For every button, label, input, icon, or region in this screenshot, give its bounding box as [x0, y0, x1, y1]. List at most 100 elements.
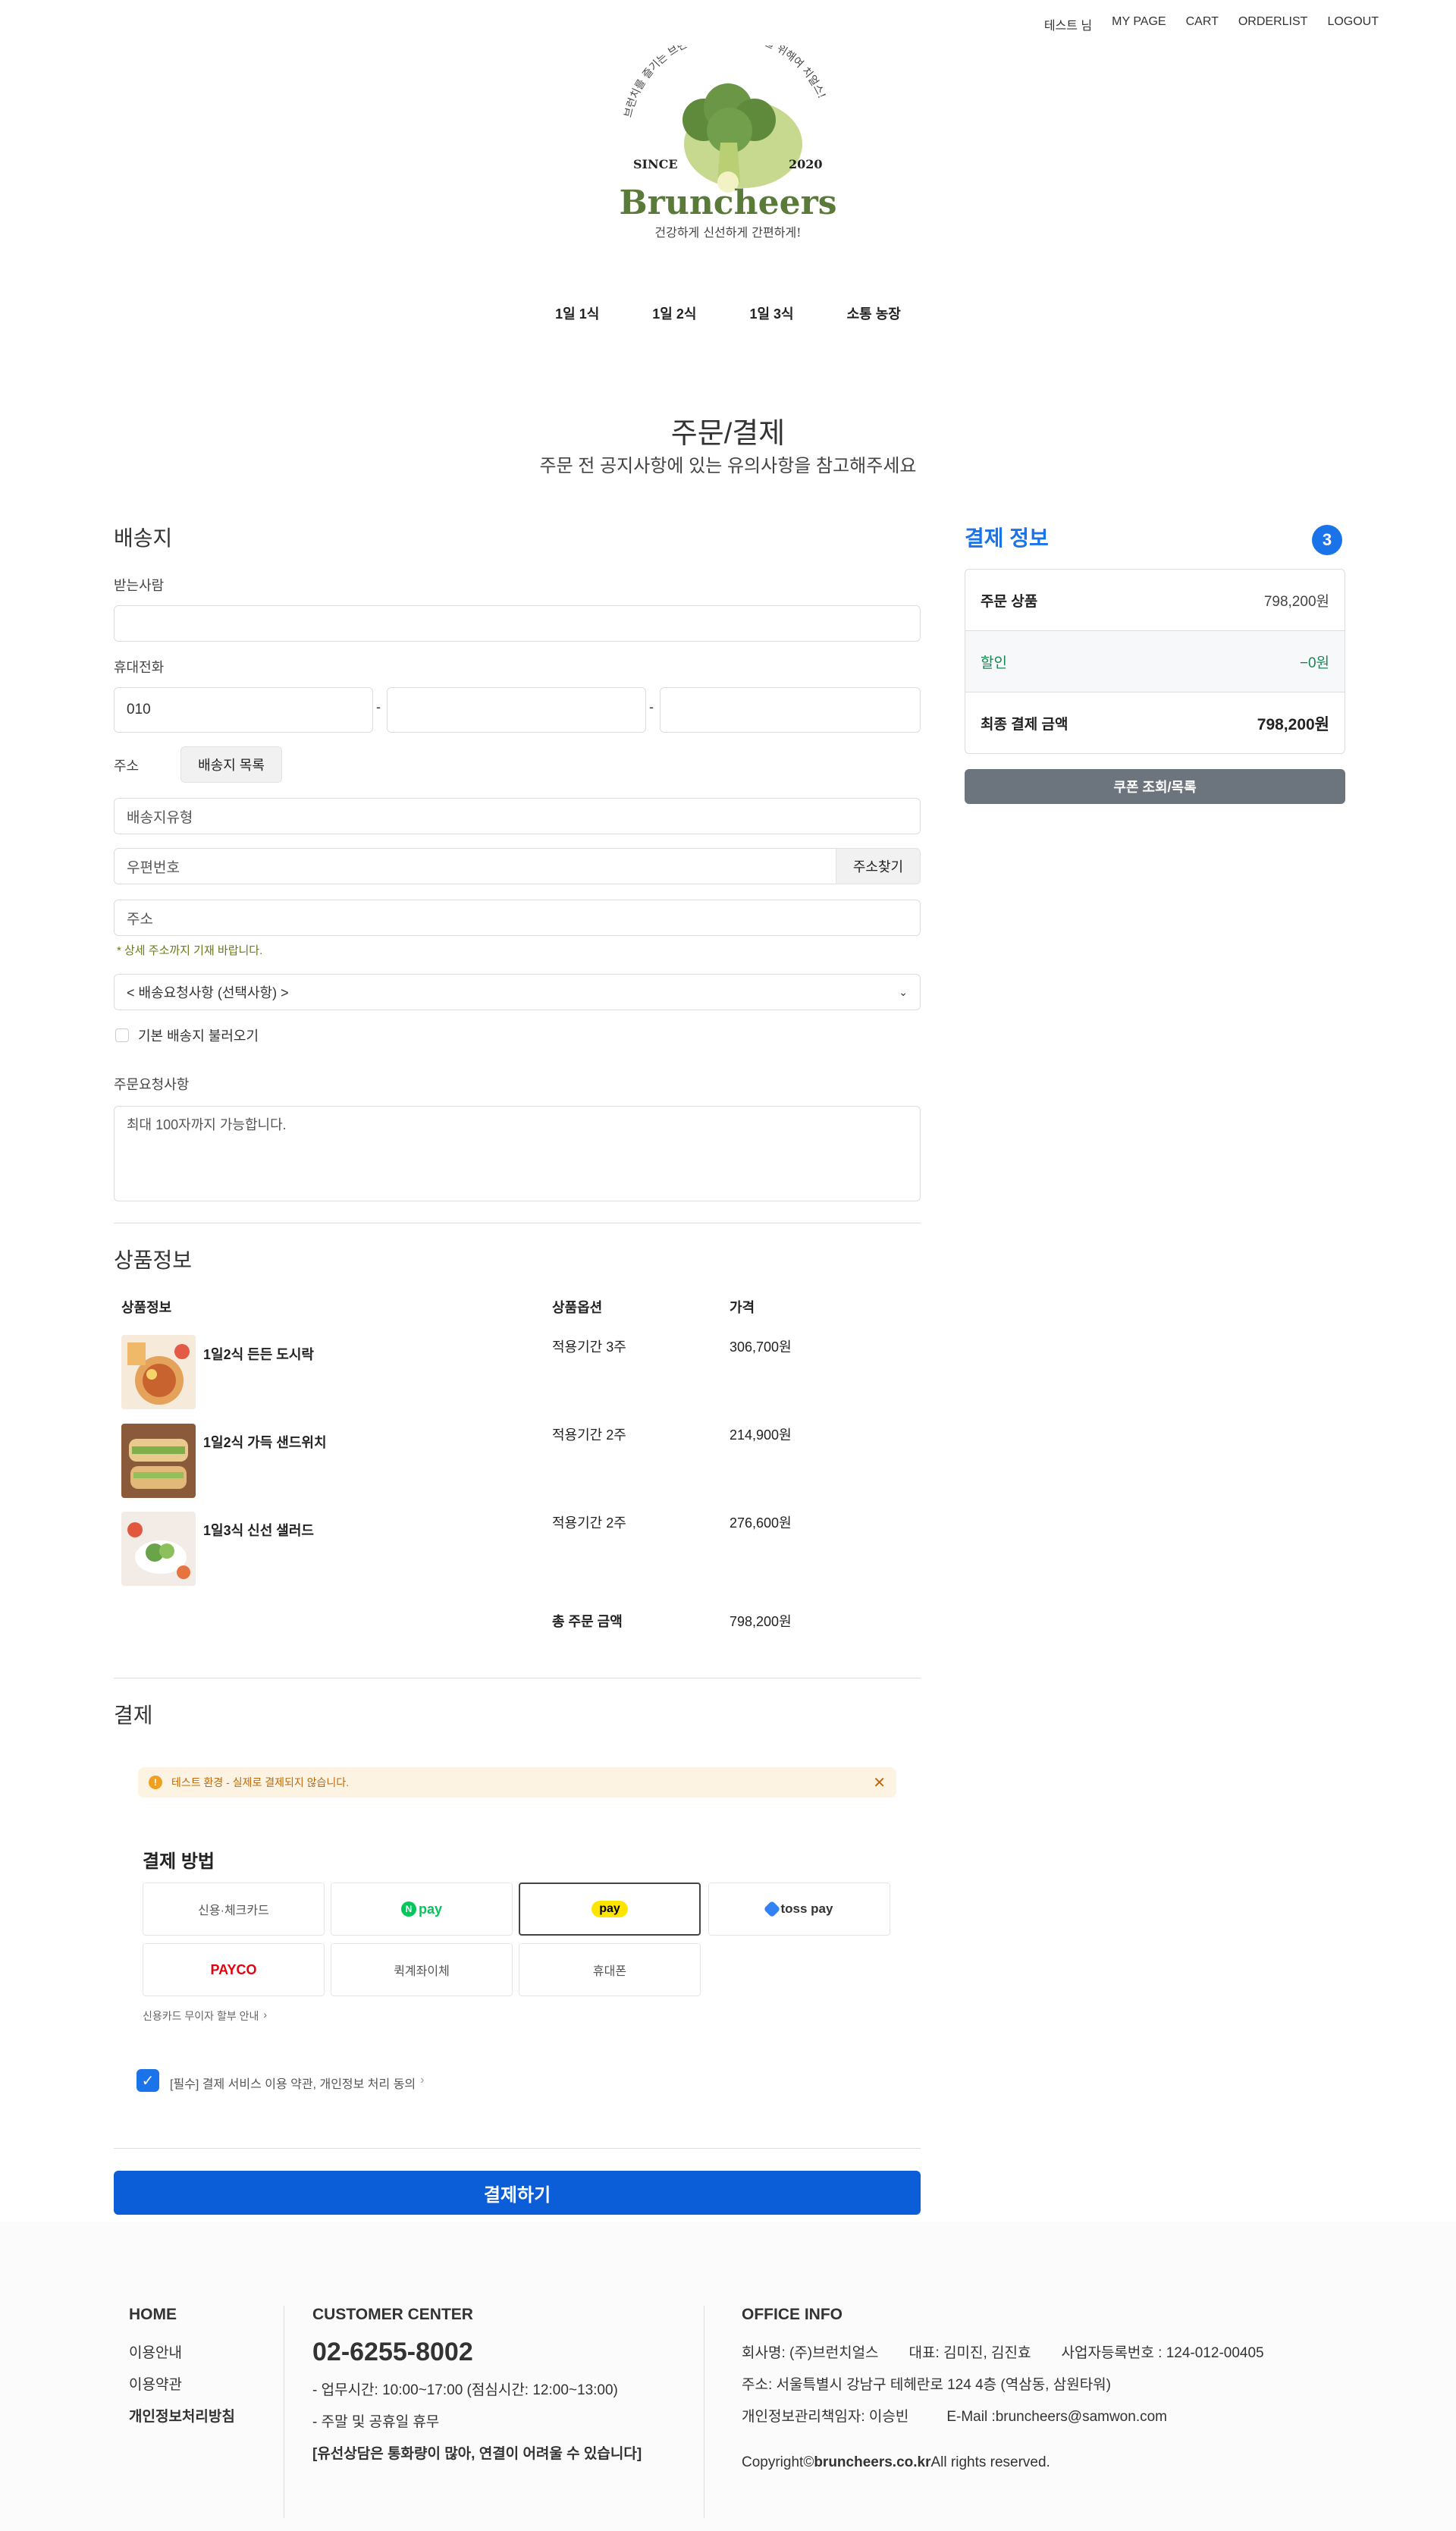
coupon-button[interactable]: 쿠폰 조회/목록	[965, 769, 1345, 804]
phone-prefix-input[interactable]: 010	[114, 687, 373, 733]
nav-3meal[interactable]: 1일 3식	[749, 303, 793, 323]
test-notice-text: 테스트 환경 - 실제로 결제되지 않습니다.	[171, 1776, 350, 1788]
top-nav: 테스트 님 MY PAGE CART ORDERLIST LOGOUT	[1044, 15, 1379, 33]
col-header-info: 상품정보	[121, 1300, 172, 1315]
address-input[interactable]: 주소	[114, 900, 921, 936]
submit-payment-button[interactable]: 결제하기	[114, 2171, 921, 2215]
shipping-title: 배송지	[114, 526, 173, 550]
phone-last-input[interactable]	[660, 687, 921, 733]
naverpay-label: pay	[418, 1901, 443, 1917]
tosspay-label: toss pay	[780, 1901, 833, 1916]
footer-cs-hours: - 업무시간: 10:00~17:00 (점심시간: 12:00~13:00)	[312, 2382, 618, 2398]
top-nav-cart[interactable]: CART	[1186, 15, 1219, 33]
order-request-textarea[interactable]: 최대 100자까지 가능합니다.	[114, 1106, 921, 1201]
product-thumbnail	[121, 1335, 196, 1409]
chevron-right-icon: ›	[263, 2008, 268, 2021]
pay-transfer-option[interactable]: 퀵계좌이체	[331, 1943, 513, 1996]
summary-label: 할인	[981, 655, 1007, 671]
address-type-input[interactable]: 배송지유형	[114, 798, 921, 834]
default-address-label: 기본 배송지 불러오기	[138, 1028, 259, 1044]
summary-value: 798,200원	[1263, 593, 1329, 610]
product-name: 1일3식 신선 샐러드	[203, 1523, 314, 1538]
footer-link-guide[interactable]: 이용안내	[129, 2338, 235, 2369]
footer-home: HOME 이용안내 이용약관 개인정보처리방침	[129, 2306, 235, 2433]
address-detail-hint: * 상세 주소까지 기재 바랍니다.	[117, 944, 263, 957]
phone-separator: -	[649, 699, 654, 714]
brand-logo[interactable]: 브런치를 즐기는 브런치어, 당신의 건강을 위해여 치얼스! SINCE 20…	[599, 29, 857, 250]
pay-card-label: 신용·체크카드	[198, 1905, 269, 1917]
pay-card-option[interactable]: 신용·체크카드	[143, 1883, 325, 1936]
summary-row: 최종 결제 금액 798,200원	[965, 692, 1345, 753]
payment-method-title: 결제 방법	[143, 1851, 215, 1872]
chevron-down-icon: ⌄	[899, 985, 908, 998]
footer-copyright: Copyright©bruncheers.co.krAll rights res…	[742, 2447, 1264, 2479]
footer-link-terms[interactable]: 이용약관	[129, 2369, 235, 2401]
item-count-badge: 3	[1312, 525, 1342, 555]
footer-cs-title: CUSTOMER CENTER	[312, 2306, 473, 2323]
checkmark-icon: ✓	[141, 2072, 155, 2090]
top-nav-orderlist[interactable]: ORDERLIST	[1238, 15, 1308, 33]
logo-tagline: 건강하게 신선하게 간편하게!	[654, 225, 801, 240]
logo-year: 2020	[789, 157, 823, 171]
col-header-price: 가격	[730, 1300, 755, 1315]
page-subtitle: 주문 전 공지사항에 있는 유의사항을 참고해주세요	[539, 456, 917, 476]
delivery-request-value: < 배송요청사항 (선택사항) >	[127, 985, 289, 1000]
top-nav-logout[interactable]: LOGOUT	[1327, 15, 1379, 33]
product-option: 적용기간 3주	[552, 1339, 626, 1355]
copyright-domain[interactable]: bruncheers.co.kr	[814, 2454, 930, 2470]
nav-1meal[interactable]: 1일 1식	[555, 303, 599, 323]
find-address-button[interactable]: 주소찾기	[836, 848, 921, 884]
pay-tosspay-option[interactable]: toss pay	[708, 1883, 890, 1936]
footer-link-privacy[interactable]: 개인정보처리방침	[129, 2401, 235, 2433]
footer-ceo: 대표: 김미진, 김진효	[908, 2345, 1031, 2361]
footer-office-title: OFFICE INFO	[742, 2306, 843, 2323]
installment-link-text: 신용카드 무이자 할부 안내	[143, 2010, 259, 2022]
top-nav-user[interactable]: 테스트 님	[1044, 15, 1092, 33]
pay-payco-option[interactable]: PAYCO	[143, 1943, 325, 1996]
divider	[114, 2148, 921, 2149]
default-address-checkbox[interactable]	[115, 1028, 129, 1042]
phone-middle-input[interactable]	[387, 687, 646, 733]
order-request-label: 주문요청사항	[114, 1077, 190, 1092]
footer-company: 회사명: (주)브런치얼스	[742, 2345, 879, 2361]
top-nav-mypage[interactable]: MY PAGE	[1112, 15, 1166, 33]
kakaopay-logo-icon: pay	[592, 1901, 628, 1917]
nav-farm[interactable]: 소통 농장	[847, 303, 901, 323]
zipcode-input[interactable]: 우편번호	[114, 848, 836, 884]
summary-row: 주문 상품 798,200원	[965, 570, 1345, 631]
product-price: 276,600원	[730, 1515, 792, 1531]
footer-address: 주소: 서울특별시 강남구 테헤란로 124 4층 (역삼동, 삼원타워)	[742, 2377, 1111, 2393]
delivery-request-select[interactable]: < 배송요청사항 (선택사항) > ⌄	[114, 974, 921, 1010]
naverpay-logo-icon: N pay	[400, 1901, 443, 1917]
close-icon[interactable]: ✕	[873, 1773, 886, 1792]
recipient-label: 받는사람	[114, 578, 165, 593]
agree-checkbox[interactable]: ✓	[136, 2069, 159, 2092]
installment-link[interactable]: 신용카드 무이자 할부 안내 ›	[143, 2008, 267, 2024]
footer-privacy-officer: 개인정보관리책임자: 이승빈	[742, 2409, 909, 2425]
footer-cs-phone: 02-6255-8002	[312, 2338, 473, 2366]
address-list-button[interactable]: 배송지 목록	[180, 746, 282, 783]
col-header-option: 상품옵션	[552, 1300, 603, 1315]
footer-cs-holiday: - 주말 및 공휴일 휴무	[312, 2414, 440, 2430]
pay-mobile-option[interactable]: 휴대폰	[519, 1943, 701, 1996]
broccoli-logo-icon: 브런치를 즐기는 브런치어, 당신의 건강을 위해여 치얼스! SINCE 20…	[619, 29, 836, 240]
summary-label: 주문 상품	[981, 593, 1038, 610]
footer-home-title: HOME	[129, 2306, 177, 2323]
payco-logo-icon: PAYCO	[210, 1961, 257, 1977]
products-title: 상품정보	[114, 1248, 193, 1272]
product-price: 306,700원	[730, 1339, 792, 1355]
footer-cs: CUSTOMER CENTER 02-6255-8002 - 업무시간: 10:…	[312, 2306, 642, 2470]
product-thumbnail	[121, 1512, 196, 1586]
pay-naverpay-option[interactable]: N pay	[331, 1883, 513, 1936]
phone-label: 휴대전화	[114, 660, 165, 675]
pay-kakaopay-option[interactable]: pay	[519, 1883, 701, 1936]
phone-separator: -	[376, 699, 381, 714]
pay-mobile-label: 휴대폰	[592, 1965, 627, 1978]
agree-terms[interactable]: [필수] 결제 서비스 이용 약관, 개인정보 처리 동의 ›	[170, 2074, 424, 2092]
recipient-input[interactable]	[114, 605, 921, 642]
product-price: 214,900원	[730, 1427, 792, 1443]
page-title: 주문/결제	[670, 418, 786, 450]
nav-2meal[interactable]: 1일 2식	[652, 303, 696, 323]
summary-row: 할인 −0원	[965, 631, 1345, 692]
footer-bizno: 사업자등록번호 : 124-012-00405	[1061, 2345, 1264, 2361]
